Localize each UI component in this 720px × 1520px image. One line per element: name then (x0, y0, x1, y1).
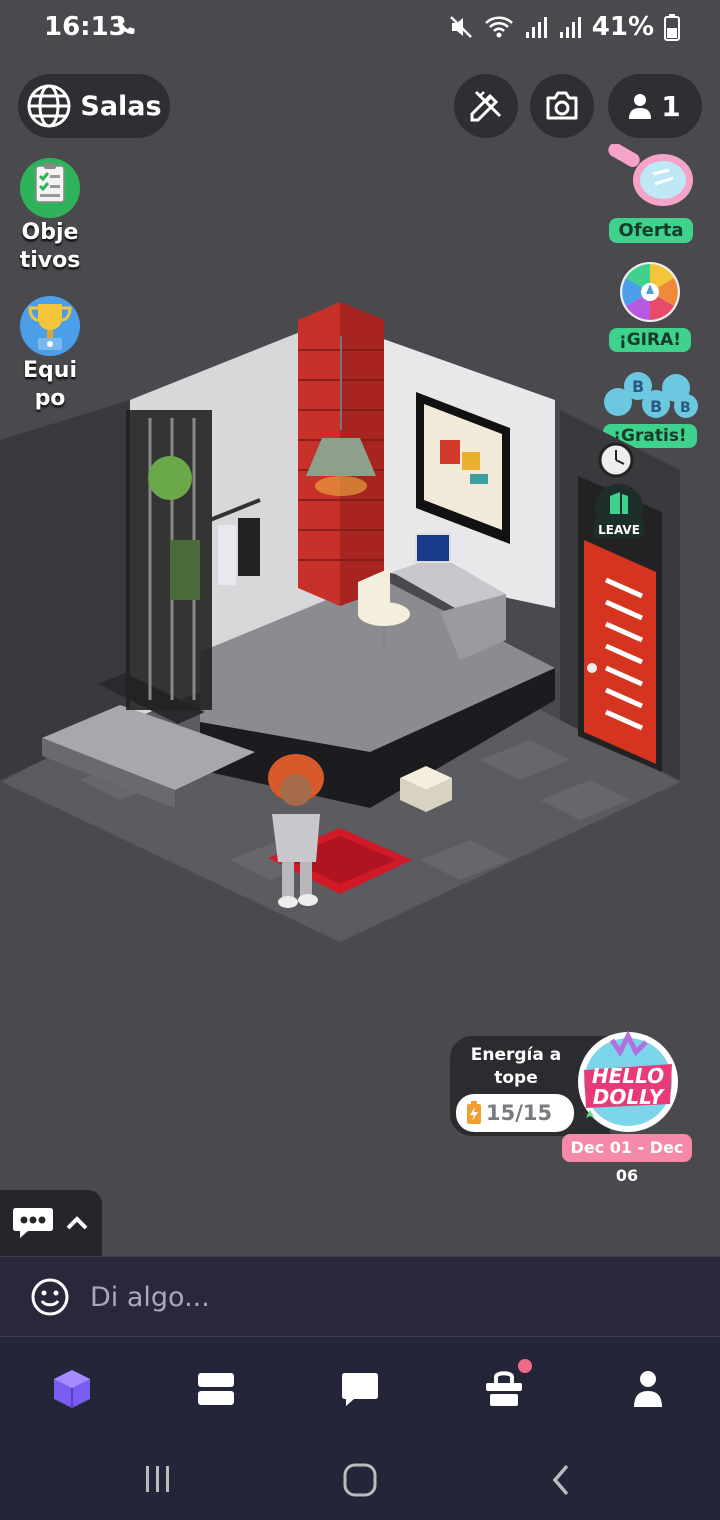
rooms-button[interactable]: Salas (18, 74, 170, 138)
chat-icon[interactable] (338, 1367, 382, 1411)
room-scene[interactable]: LEAVE (0, 290, 720, 950)
globe-icon (27, 84, 71, 128)
system-nav (0, 1440, 720, 1520)
plant (148, 456, 192, 500)
pencil-ruler-icon (470, 90, 502, 122)
battery-percent: 41% (591, 12, 654, 42)
objectives-label-2: tivos (19, 248, 81, 273)
energy-box: 15/15 (456, 1094, 574, 1132)
leave-label: LEAVE (598, 523, 640, 537)
mirror-icon (608, 143, 693, 206)
clipboard-icon (20, 158, 80, 218)
chevron-up-icon (66, 1216, 88, 1230)
wifi-icon (484, 16, 513, 38)
recent-apps-icon[interactable] (136, 1460, 180, 1500)
status-indicators: 41% (448, 12, 680, 42)
event-dates: Dec 01 - Dec 06 (562, 1134, 692, 1185)
hello-dolly-logo[interactable]: HELLO DOLLY (566, 1030, 690, 1140)
signal-icon-2 (559, 17, 581, 38)
room-users-button[interactable]: 1 (608, 74, 702, 138)
profile-icon[interactable] (626, 1367, 670, 1411)
notification-dot (518, 1359, 532, 1373)
home-icon[interactable] (338, 1460, 382, 1500)
build-tools-button[interactable] (454, 74, 518, 138)
room-icon[interactable] (50, 1367, 94, 1411)
chat-input[interactable] (90, 1271, 690, 1323)
emoji-icon[interactable] (30, 1277, 70, 1317)
offer-label: Oferta (608, 218, 694, 243)
user-icon (629, 94, 652, 119)
signal-icon (525, 17, 547, 38)
leave-sign: LEAVE (594, 484, 644, 538)
chat-input-bar (0, 1256, 720, 1336)
back-icon[interactable] (540, 1460, 584, 1500)
status-bar: 16:13 41% (0, 0, 720, 56)
camera-button[interactable] (530, 74, 594, 138)
svg-text:DOLLY: DOLLY (593, 1085, 666, 1109)
computer (415, 533, 451, 563)
energy-count: 15/15 (486, 1101, 553, 1125)
objectives-label-1: Obje (21, 220, 79, 245)
camera-icon (546, 91, 578, 120)
event-title: Energía a tope (470, 1045, 562, 1088)
offer-widget[interactable]: Oferta (596, 143, 706, 243)
call-icon (117, 17, 135, 34)
battery-energy-icon (467, 1101, 481, 1124)
mute-icon (449, 16, 472, 38)
users-count: 1 (661, 89, 681, 123)
bottom-nav (0, 1336, 720, 1440)
catalog-icon[interactable] (194, 1367, 238, 1411)
rooms-label: Salas (80, 90, 162, 122)
shop-icon[interactable] (482, 1367, 526, 1411)
chat-bubble-icon (13, 1208, 53, 1238)
chat-toggle-button[interactable] (0, 1190, 102, 1256)
objectives-widget[interactable]: Obje tivos (10, 158, 90, 276)
battery-icon (664, 14, 680, 41)
